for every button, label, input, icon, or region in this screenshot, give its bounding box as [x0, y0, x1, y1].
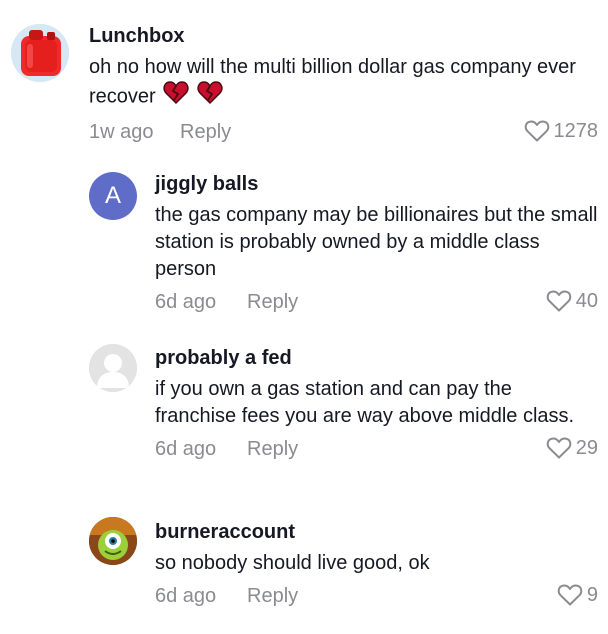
- like-button[interactable]: 1278: [524, 119, 599, 143]
- avatar-letter: A: [104, 182, 121, 209]
- avatar[interactable]: [89, 344, 137, 392]
- avatar[interactable]: A: [89, 172, 137, 220]
- comment-meta: 6d ago Reply 40: [155, 287, 598, 317]
- heart-outline-icon: [546, 437, 572, 459]
- comment-meta: 6d ago Reply 9: [155, 581, 598, 611]
- comment-text: oh no how will the multi billion dollar …: [89, 54, 598, 113]
- avatar[interactable]: [11, 24, 69, 82]
- broken-heart-icon: [197, 81, 223, 113]
- comment-username[interactable]: probably a fed: [155, 346, 598, 370]
- comment-text: the gas company may be billionaires but …: [155, 204, 598, 280]
- comment-username[interactable]: jiggly balls: [155, 172, 598, 196]
- default-user-icon: [89, 344, 137, 392]
- like-count: 9: [586, 583, 598, 606]
- comment-time: 6d ago: [155, 585, 217, 607]
- heart-outline-icon: [557, 584, 583, 606]
- comment-time: 1w ago: [89, 121, 154, 143]
- comment-username[interactable]: Lunchbox: [89, 24, 598, 48]
- like-button[interactable]: 40: [546, 289, 598, 313]
- like-count: 40: [575, 289, 598, 312]
- comment-meta: 1w ago Reply 1278: [89, 117, 598, 147]
- reply-button[interactable]: Reply: [180, 121, 231, 144]
- gas-can-icon: [11, 24, 69, 82]
- one-eyed-monster-icon: [89, 517, 137, 565]
- comment-text: if you own a gas station and can pay the…: [155, 378, 575, 427]
- comment-username[interactable]: burneraccount: [155, 520, 598, 544]
- like-button[interactable]: 9: [557, 583, 598, 607]
- avatar[interactable]: [89, 517, 137, 565]
- like-count: 29: [575, 436, 598, 459]
- comment-time: 6d ago: [155, 291, 217, 313]
- broken-heart-icon: [163, 81, 189, 113]
- comment-text-content: oh no how will the multi billion dollar …: [89, 56, 576, 108]
- comment-meta: 6d ago Reply 29: [155, 434, 598, 464]
- heart-outline-icon: [524, 120, 549, 142]
- comment-text: so nobody should live good, ok: [155, 552, 430, 574]
- heart-outline-icon: [546, 290, 572, 312]
- reply-button[interactable]: Reply: [247, 291, 298, 314]
- reply-button[interactable]: Reply: [247, 585, 298, 608]
- like-button[interactable]: 29: [546, 436, 598, 460]
- like-count: 1278: [553, 119, 599, 142]
- comment-time: 6d ago: [155, 438, 217, 460]
- reply-button[interactable]: Reply: [247, 438, 298, 461]
